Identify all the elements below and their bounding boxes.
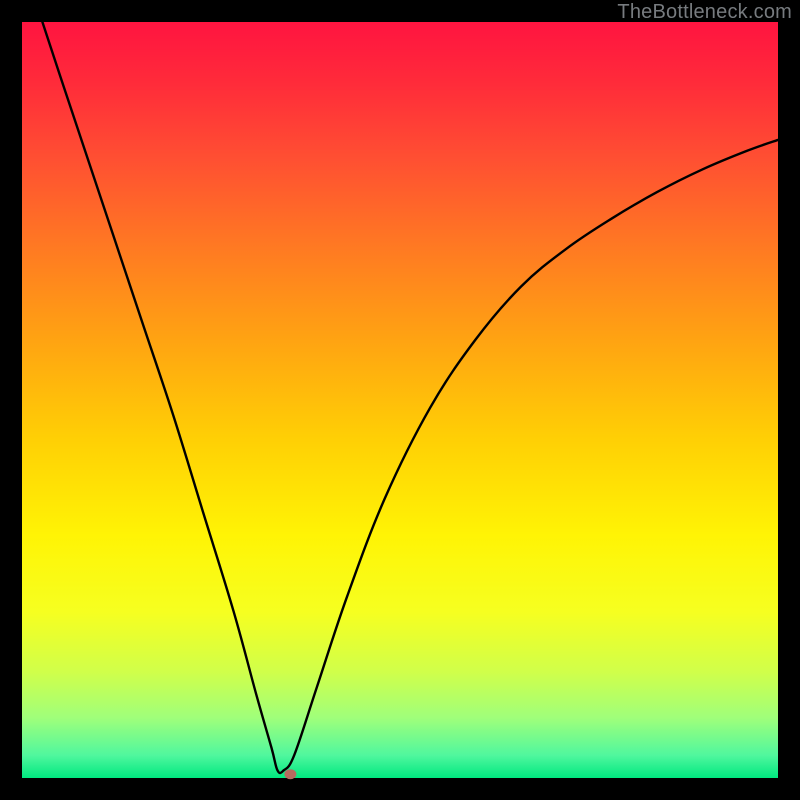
optimal-point-marker [284,769,296,779]
bottleneck-chart [0,0,800,800]
chart-container: TheBottleneck.com [0,0,800,800]
watermark-label: TheBottleneck.com [617,1,792,24]
plot-background [22,22,778,778]
